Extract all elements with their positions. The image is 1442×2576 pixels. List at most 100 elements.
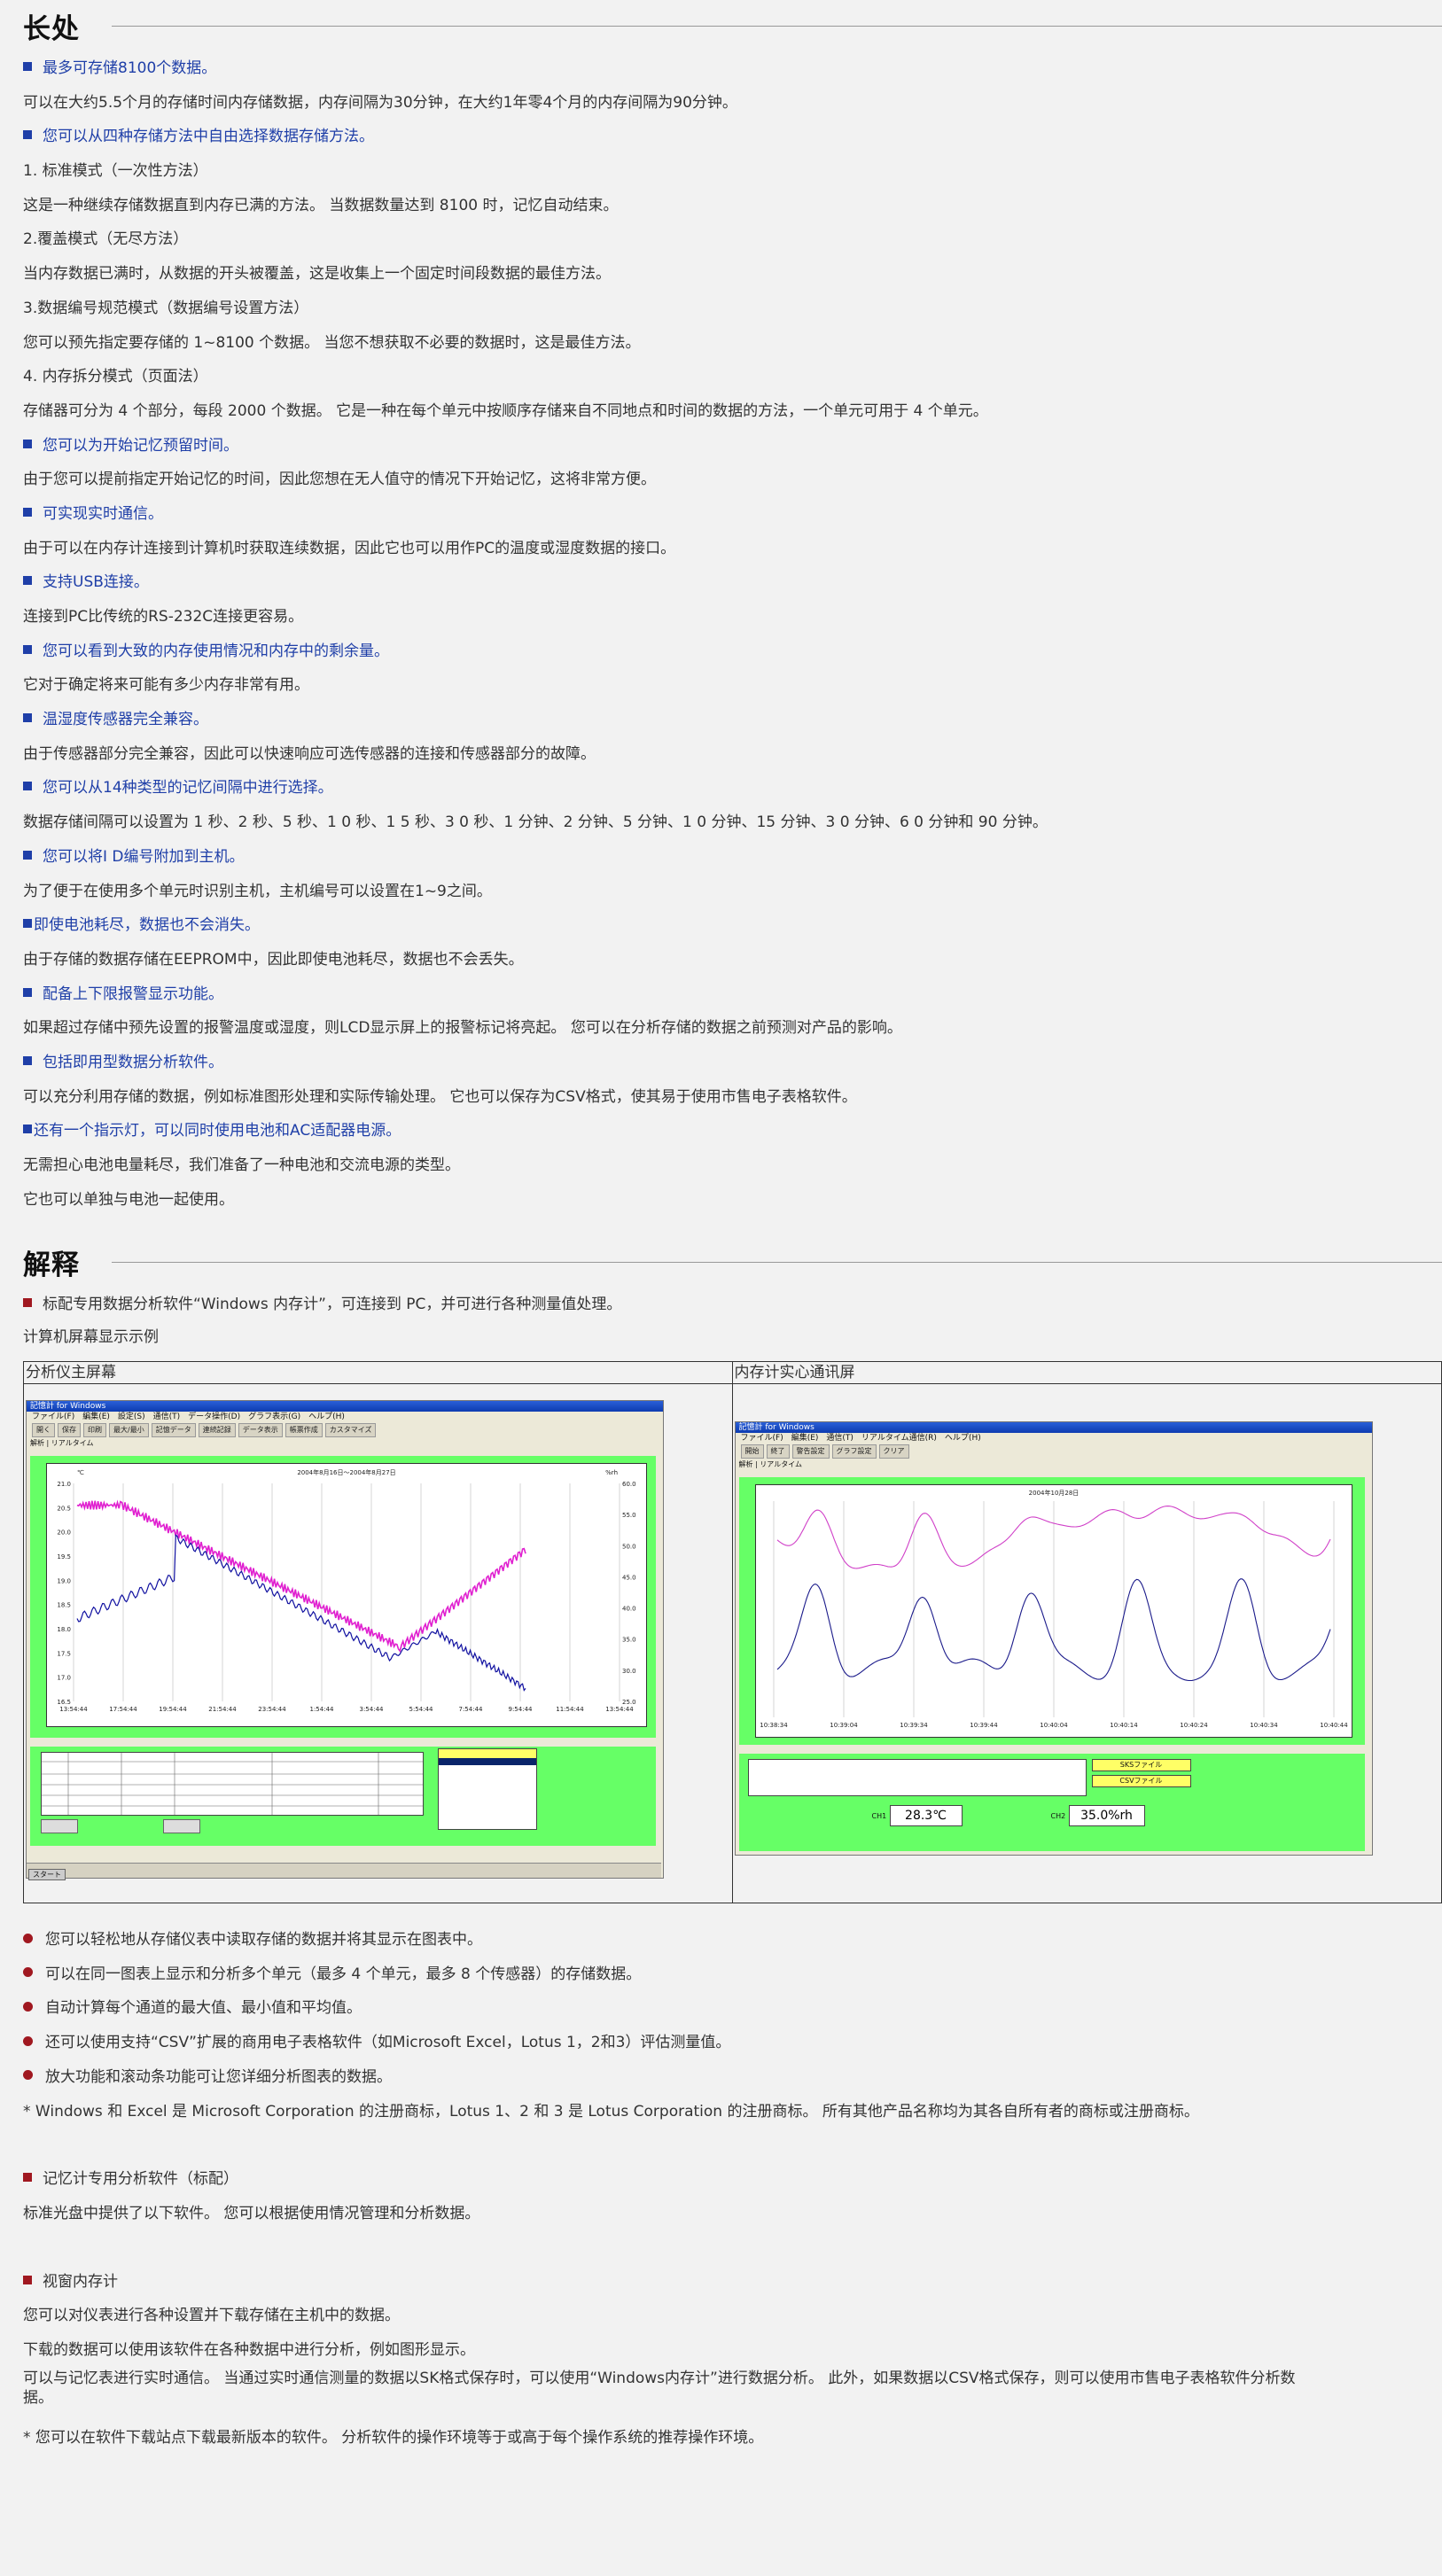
- toolbar-button[interactable]: 帳票作成: [285, 1423, 323, 1438]
- data-panel: [30, 1747, 656, 1847]
- y-right-tick-label: 55.0: [622, 1512, 636, 1519]
- feature-detail: 由于存储的数据存储在EEPROM中，因此即使电池耗尽，数据也不会丢失。: [23, 950, 524, 969]
- feature-headline: 温湿度传感器完全兼容。: [23, 703, 1442, 737]
- y-right-unit: %rh: [605, 1469, 618, 1476]
- feature-detail: 存储器可分为 4 个部分，每段 2000 个数据。 它是一种在每个单元中按顺序存…: [23, 401, 988, 420]
- csv-file-button[interactable]: CSVファイル: [1091, 1775, 1191, 1788]
- action-button[interactable]: [163, 1819, 200, 1834]
- feature-detail: 这是一种继续存储数据直到内存已满的方法。 当数据数量达到 8100 时，记忆自动…: [23, 196, 619, 214]
- feature-detail: 2.覆盖模式（无尽方法）: [23, 230, 189, 249]
- x-tick-label: 10:40:04: [1040, 1722, 1068, 1729]
- toolbar-button[interactable]: グラフ設定: [831, 1444, 877, 1459]
- feature-headline: 即使电池耗尽，数据也不会消失。: [23, 908, 1442, 943]
- feature-headline: 配备上下限报警显示功能。: [23, 977, 1442, 1012]
- feature-detail: 如果超过存储中预先设置的报警温度或湿度，则LCD显示屏上的报警标记将亮起。 您可…: [23, 1019, 902, 1038]
- x-tick-label: 10:39:44: [970, 1722, 998, 1729]
- toolbar-button[interactable]: 開く: [32, 1423, 55, 1438]
- feature-headline: 支持USB连接。: [23, 565, 1442, 600]
- explain-title: 解释: [23, 1249, 80, 1281]
- feature-detail: 无需担心电池电量耗尽，我们准备了一种电池和交流电源的类型。: [23, 1156, 460, 1174]
- toolbar-button[interactable]: 警告設定: [791, 1444, 830, 1459]
- square-bullet-icon: [23, 850, 32, 860]
- tab-analysis[interactable]: 解析: [30, 1439, 44, 1447]
- toolbar-button[interactable]: 連続記録: [198, 1423, 236, 1438]
- realtime-table: [747, 1759, 1087, 1797]
- feature-detail: 可以充分利用存储的数据，例如标准图形处理和实际传输处理。 它也可以保存为CSV格…: [23, 1087, 857, 1106]
- feature-detail: 它对于确定将来可能有多少内存非常有用。: [23, 676, 309, 695]
- chart-plot: 10:38:34 10:39:04 10:39:34 10:39:44 10:40:04…: [754, 1484, 1352, 1739]
- x-tick-label: 5:54:44: [409, 1706, 434, 1713]
- heading-rule: [112, 1261, 1442, 1263]
- round-bullet-icon: [23, 2001, 33, 2012]
- features-list: 最多可存储8100个数据。 可以在大约5.5个月的存储时间内存储数据，内存间隔为3…: [23, 51, 1442, 1217]
- page: 长处 最多可存储8100个数据。 可以在大约5.5个月的存储时间内存储数据，内存间…: [0, 0, 1442, 2455]
- feature-headline: 您可以从14种类型的记忆间隔中进行选择。: [23, 771, 1442, 805]
- y-left-tick-label: 21.0: [57, 1481, 71, 1488]
- x-tick-label: 21:54:44: [208, 1706, 237, 1713]
- x-tick-label: 13:54:44: [605, 1706, 634, 1713]
- start-button[interactable]: スタート: [28, 1869, 66, 1881]
- feature-headline: 您可以看到大致的内存使用情况和内存中的剩余量。: [23, 634, 1442, 669]
- realtime-cell: 記憶計 for Windows ファイル(F) 編集(E) 通信(T) リアルタ…: [731, 1383, 1442, 1904]
- toolbar-button[interactable]: 保存: [58, 1423, 81, 1438]
- feature-headline: 您可以从四种存储方法中自由选择数据存储方法。: [23, 120, 1442, 154]
- square-bullet-icon: [23, 130, 32, 140]
- feature-detail: 当内存数据已满时，从数据的开头被覆盖，这是收集上一个固定时间段数据的最佳方法。: [23, 265, 611, 284]
- y-right-tick-label: 50.0: [622, 1543, 636, 1550]
- tab-analysis[interactable]: 解析: [739, 1460, 753, 1468]
- ch1-reading: 28.3℃: [889, 1805, 963, 1827]
- toolbar-button[interactable]: 終了: [766, 1444, 790, 1459]
- y-left-tick-label: 17.0: [57, 1675, 71, 1682]
- bullet-item: 放大功能和滚动条功能可让您详细分析图表的数据。: [23, 2060, 1442, 2095]
- toolbar-button[interactable]: 記憶データ: [151, 1423, 196, 1438]
- round-bullet-icon: [23, 2035, 33, 2046]
- y-left-tick-label: 20.5: [57, 1505, 71, 1512]
- feature-detail: 数据存储间隔可以设置为 1 秒、2 秒、5 秒、1 0 秒、1 5 秒、3 0 …: [23, 813, 1048, 832]
- y-left-tick-label: 18.0: [57, 1626, 71, 1633]
- toolbar-button[interactable]: 開始: [740, 1444, 764, 1459]
- y-left-tick-label: 19.0: [57, 1577, 71, 1584]
- window-line: 下载的数据可以使用该软件在各种数据中进行分析，例如图形显示。: [23, 2340, 475, 2359]
- x-tick-label: 10:40:44: [1320, 1722, 1348, 1729]
- feature-detail: 为了便于在使用多个单元时识别主机，主机编号可以设置在1~9之间。: [23, 882, 492, 900]
- features-title: 长处: [23, 12, 80, 45]
- y-left-tick-label: 16.5: [57, 1699, 71, 1706]
- toolbar-button[interactable]: データ表示: [238, 1423, 283, 1438]
- nav-button[interactable]: [41, 1819, 78, 1834]
- toolbar: 開始 終了 警告設定 グラフ設定 クリア: [736, 1444, 1372, 1459]
- toolbar-button[interactable]: 印刷: [83, 1423, 106, 1438]
- ch2-reading: 35.0%rh: [1068, 1805, 1145, 1827]
- tab-realtime[interactable]: リアルタイム: [760, 1460, 802, 1468]
- window-title: 記憶計 for Windows: [27, 1401, 663, 1413]
- ch2-label: CH2: [1050, 1812, 1066, 1821]
- square-bullet-icon: [23, 1125, 32, 1134]
- feature-detail: 它也可以单独与电池一起使用。: [23, 1190, 234, 1209]
- toolbar-button[interactable]: 最大/最小: [109, 1423, 149, 1438]
- toolbar-button[interactable]: カスタマイズ: [324, 1423, 377, 1438]
- sks-file-button[interactable]: SKSファイル: [1091, 1759, 1191, 1772]
- analyzer-window: 記憶計 for Windows ファイル(F) 編集(E) 設定(S) 通信(T…: [26, 1400, 664, 1881]
- feature-detail: 1. 标准模式（一次性方法）: [23, 162, 208, 181]
- feature-headline: 还有一个指示灯，可以同时使用电池和AC适配器电源。: [23, 1114, 1442, 1148]
- x-tick-label: 10:39:04: [830, 1722, 858, 1729]
- round-bullet-icon: [23, 1933, 33, 1943]
- explain-heading: 解释: [23, 1236, 1442, 1288]
- tabs: 解析 | リアルタイム: [30, 1439, 94, 1448]
- x-tick-label: 1:54:44: [310, 1706, 335, 1713]
- window-heading: 视窗内存计: [23, 2265, 1442, 2300]
- heading-rule: [112, 25, 1442, 27]
- temperature-series: [76, 1534, 526, 1692]
- reading-panel: SKSファイル CSVファイル CH1 28.3℃ CH2 35.0%rh: [738, 1754, 1365, 1852]
- square-bullet-icon: [23, 713, 32, 723]
- data-table-grid: [42, 1753, 423, 1816]
- feature-bullets: 您可以轻松地从存储仪表中读取存储的数据并将其显示在图表中。 可以在同一图表上显示和…: [23, 1923, 1442, 2094]
- list-selected-row: [439, 1758, 536, 1766]
- window-line: 您可以对仪表进行各种设置并下载存储在主机中的数据。: [23, 2307, 400, 2325]
- tab-realtime[interactable]: リアルタイム: [51, 1439, 94, 1447]
- y-left-unit: ℃: [77, 1469, 84, 1476]
- feature-headline: 最多可存储8100个数据。: [23, 51, 1442, 86]
- software-heading: 记忆计专用分析软件（标配）: [23, 2162, 1442, 2197]
- feature-detail: 由于您可以提前指定开始记忆的时间，因此您想在无人值守的情况下开始记忆，这将非常方…: [23, 471, 656, 489]
- toolbar-button[interactable]: クリア: [878, 1444, 909, 1459]
- data-table: [41, 1752, 424, 1817]
